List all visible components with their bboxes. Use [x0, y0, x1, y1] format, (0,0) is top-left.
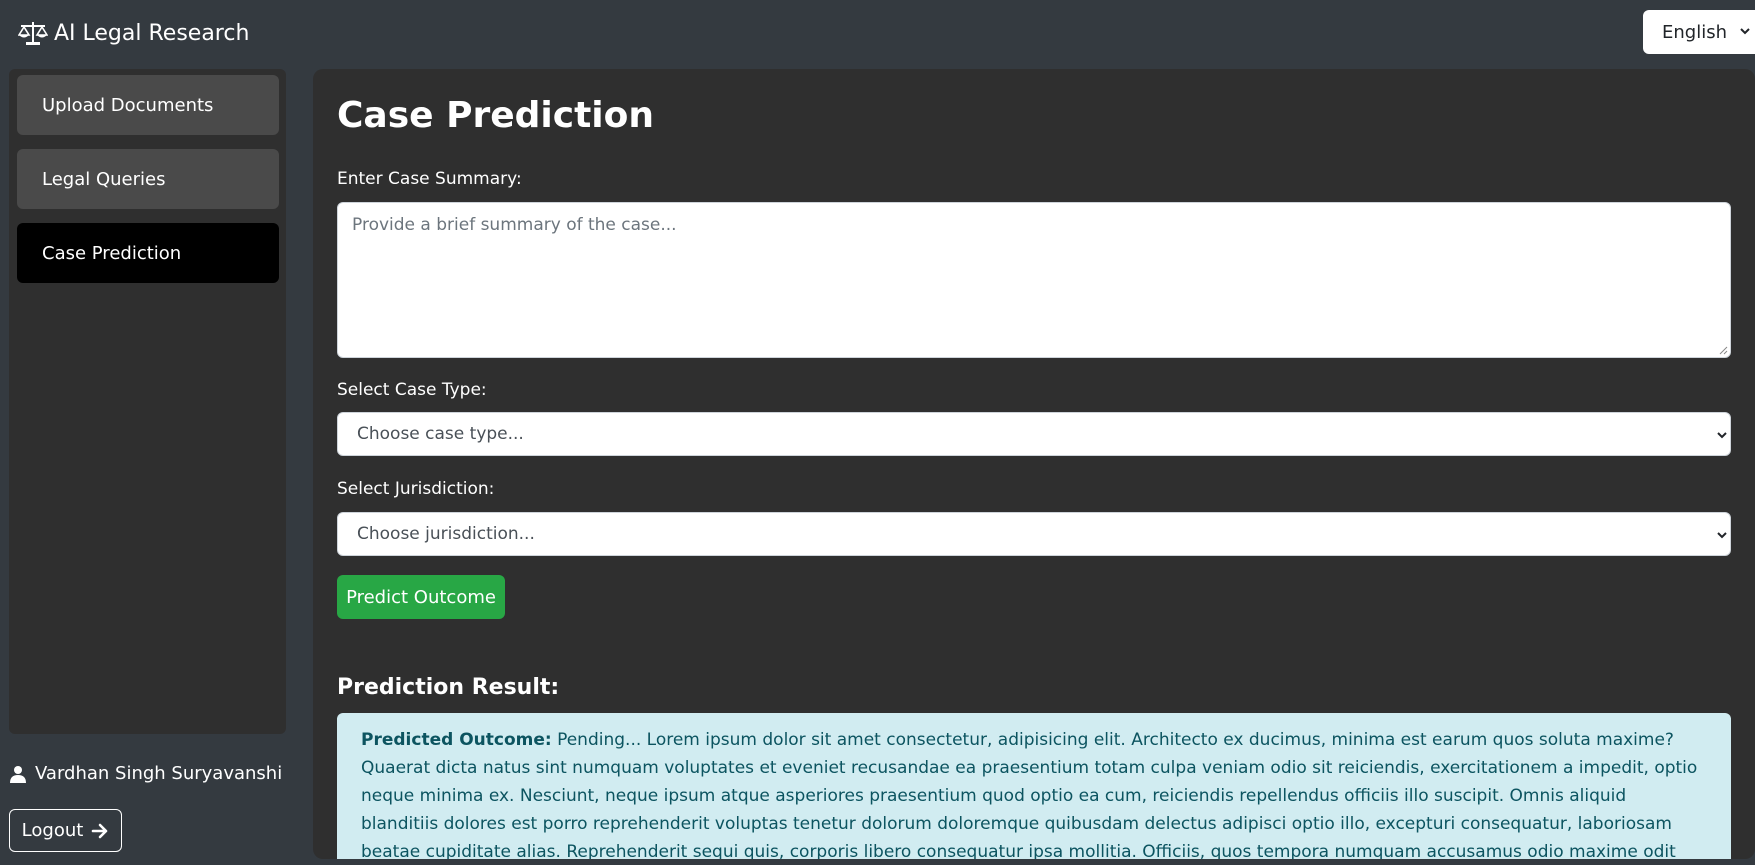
sidebar: Upload Documents Legal Queries Case Pred…	[9, 69, 286, 734]
case-summary-label: Enter Case Summary:	[337, 169, 522, 189]
arrow-right-icon	[92, 823, 108, 838]
case-type-label: Select Case Type:	[337, 380, 487, 400]
predict-outcome-button[interactable]: Predict Outcome	[337, 575, 505, 619]
predict-outcome-label: Predict Outcome	[346, 586, 496, 608]
predicted-outcome-text: Pending... Lorem ipsum dolor sit amet co…	[361, 730, 1698, 859]
user-info: Vardhan Singh Suryavanshi	[9, 763, 282, 784]
jurisdiction-value: Choose jurisdiction...	[357, 524, 535, 544]
predicted-outcome-label: Predicted Outcome:	[361, 730, 552, 750]
jurisdiction-label: Select Jurisdiction:	[337, 479, 495, 499]
case-summary-placeholder: Provide a brief summary of the case...	[352, 215, 677, 235]
app-title: AI Legal Research	[54, 20, 250, 46]
language-value: English	[1662, 21, 1727, 43]
main-panel: Case Prediction Enter Case Summary: Prov…	[313, 69, 1755, 859]
resize-grip-icon[interactable]	[1718, 345, 1728, 355]
prediction-result-heading: Prediction Result:	[337, 675, 560, 700]
page-title: Case Prediction	[337, 95, 655, 136]
jurisdiction-select[interactable]: Choose jurisdiction...	[337, 512, 1731, 556]
case-type-value: Choose case type...	[357, 424, 524, 444]
logout-button[interactable]: Logout	[9, 809, 122, 852]
case-type-select[interactable]: Choose case type...	[337, 412, 1731, 456]
sidebar-item-upload-documents[interactable]: Upload Documents	[17, 75, 279, 135]
user-icon	[10, 765, 26, 783]
balance-scale-icon	[18, 22, 48, 45]
case-summary-input[interactable]: Provide a brief summary of the case...	[337, 202, 1731, 358]
sidebar-item-label: Legal Queries	[42, 168, 166, 190]
sidebar-item-legal-queries[interactable]: Legal Queries	[17, 149, 279, 209]
brand[interactable]: AI Legal Research	[18, 20, 249, 46]
chevron-down-icon	[1740, 28, 1750, 35]
sidebar-item-label: Case Prediction	[42, 242, 182, 264]
sidebar-item-case-prediction[interactable]: Case Prediction	[17, 223, 279, 283]
user-name: Vardhan Singh Suryavanshi	[35, 763, 283, 784]
prediction-result-box: Predicted Outcome: Pending... Lorem ipsu…	[337, 713, 1731, 859]
logout-label: Logout	[21, 820, 84, 841]
chevron-down-icon	[1717, 432, 1727, 439]
top-navbar: AI Legal Research English	[0, 0, 1755, 66]
language-select[interactable]: English	[1643, 10, 1755, 54]
sidebar-item-label: Upload Documents	[42, 94, 214, 116]
chevron-down-icon	[1717, 532, 1727, 539]
